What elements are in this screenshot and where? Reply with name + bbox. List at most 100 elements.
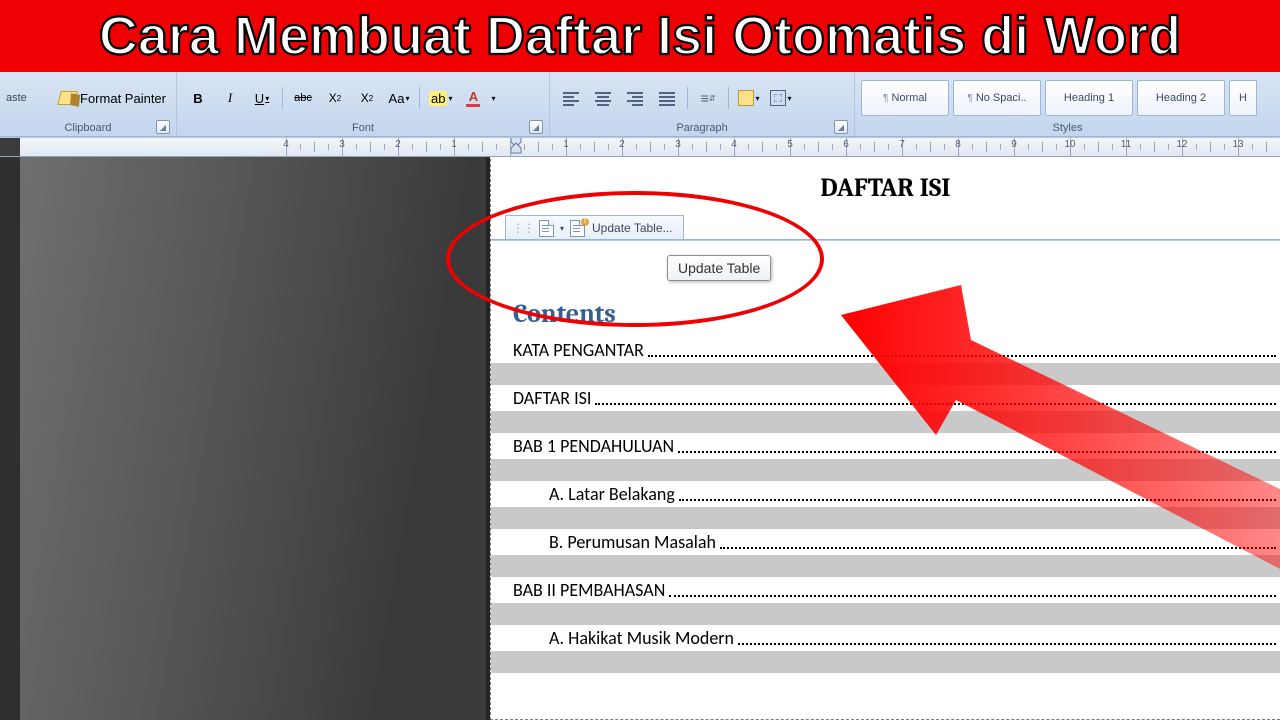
toc-entry[interactable]: A. Hakikat Musik Modern: [549, 625, 1280, 651]
document-page[interactable]: DAFTAR ISI ⋮⋮ ▾ Update Table... Update T…: [490, 154, 1280, 720]
italic-button[interactable]: I: [215, 86, 245, 110]
ruler-number: 9: [1011, 139, 1017, 150]
update-table-tooltip: Update Table: [667, 255, 771, 281]
toc-leader-dots: [720, 547, 1276, 549]
ruler-number: 7: [899, 139, 905, 150]
font-color-button[interactable]: A: [458, 86, 488, 110]
align-center-button[interactable]: [588, 86, 618, 110]
toc-leader-dots: [679, 499, 1276, 501]
toc-selection-stripe: [491, 603, 1280, 625]
ruler-number: 8: [955, 139, 961, 150]
ruler-number: 12: [1176, 139, 1187, 150]
update-table-icon[interactable]: [570, 220, 585, 237]
toc-drag-handle-icon[interactable]: ⋮⋮: [512, 221, 534, 235]
dropdown-arrow-icon: ▾: [265, 94, 269, 103]
video-title-text: Cara Membuat Daftar Isi Otomatis di Word: [99, 9, 1181, 63]
shading-button[interactable]: ▾: [734, 86, 764, 110]
paragraph-group-label: Paragraph: [676, 122, 727, 134]
ruler-number: 5: [787, 139, 793, 150]
toc-entry[interactable]: BAB 1 PENDAHULUAN: [513, 433, 1280, 459]
justify-button[interactable]: [652, 86, 682, 110]
ruler-number: 11: [1121, 139, 1131, 150]
toc-entry-label: BAB II PEMBAHASAN: [513, 579, 665, 601]
clipboard-dialog-launcher-icon[interactable]: ◢: [156, 120, 170, 134]
ruler-number: 1: [451, 139, 457, 150]
style-normal[interactable]: ¶¶ NormalNormal: [861, 80, 949, 116]
toc-list[interactable]: KATA PENGANTAR DAFTAR ISI BAB 1 PENDAHULUA…: [491, 337, 1280, 673]
paragraph-dialog-launcher-icon[interactable]: ◢: [834, 120, 848, 134]
toc-selection-stripe: [491, 363, 1280, 385]
toc-entry[interactable]: B. Perumusan Masalah: [549, 529, 1280, 555]
update-table-label[interactable]: Update Table...: [592, 221, 673, 235]
format-painter-label: Format Painter: [80, 91, 166, 106]
toc-leader-dots: [669, 595, 1276, 597]
toc-entry-label: BAB 1 PENDAHULUAN: [513, 435, 674, 457]
ribbon-group-paragraph: ⇵ ▾ ▾ Paragraph ◢: [550, 72, 855, 136]
toc-selection-stripe: [491, 507, 1280, 529]
ruler-number: 1: [563, 139, 569, 150]
superscript-button[interactable]: X2: [352, 86, 382, 110]
toc-leader-dots: [648, 355, 1276, 357]
toc-frame-top-border: [491, 239, 1280, 241]
styles-group-label: Styles: [1053, 122, 1083, 134]
highlight-button[interactable]: ab▾: [425, 86, 456, 110]
indent-marker-icon[interactable]: [510, 138, 522, 154]
toc-entry-label: KATA PENGANTAR: [513, 339, 644, 361]
ruler-number: 2: [395, 139, 401, 150]
strikethrough-button[interactable]: abc: [288, 86, 318, 110]
ruler-number: 3: [339, 139, 345, 150]
toc-leader-dots: [738, 643, 1276, 645]
font-group-label: Font: [352, 122, 374, 134]
ribbon: aste Format Painter Clipboard ◢ B I U▾ ab…: [0, 72, 1280, 137]
toc-entry[interactable]: A. Latar Belakang: [549, 481, 1280, 507]
ribbon-group-styles: ¶¶ NormalNormal ¶No Spaci.. Heading 1 He…: [855, 72, 1280, 136]
page-title: DAFTAR ISI: [491, 173, 1280, 203]
vertical-ruler[interactable]: [0, 136, 20, 720]
toc-entry-label: A. Hakikat Musik Modern: [549, 627, 734, 649]
toc-leader-dots: [595, 403, 1276, 405]
change-case-button[interactable]: Aa▾: [384, 86, 414, 110]
align-right-button[interactable]: [620, 86, 650, 110]
subscript-button[interactable]: X2: [320, 86, 350, 110]
toc-entry[interactable]: KATA PENGANTAR: [513, 337, 1280, 363]
toc-leader-dots: [678, 451, 1276, 453]
toc-entry-label: B. Perumusan Masalah: [549, 531, 716, 553]
format-painter-button[interactable]: Format Painter: [55, 86, 170, 110]
ruler-number: 2: [619, 139, 625, 150]
ruler-number: 3: [675, 139, 681, 150]
ruler-number: 6: [843, 139, 849, 150]
style-heading-1[interactable]: Heading 1: [1045, 80, 1133, 116]
ribbon-group-clipboard: aste Format Painter Clipboard ◢: [0, 72, 177, 136]
ribbon-group-font: B I U▾ abc X2 X2 Aa▾ ab▾ A ▾ Font ◢: [177, 72, 550, 136]
align-left-button[interactable]: [556, 86, 586, 110]
style-no-spacing[interactable]: ¶No Spaci..: [953, 80, 1041, 116]
line-spacing-button[interactable]: ⇵: [693, 86, 723, 110]
underline-button[interactable]: U▾: [247, 86, 277, 110]
styles-gallery[interactable]: ¶¶ NormalNormal ¶No Spaci.. Heading 1 He…: [861, 74, 1274, 122]
toc-entry[interactable]: DAFTAR ISI: [513, 385, 1280, 411]
toc-entry-label: DAFTAR ISI: [513, 387, 591, 409]
ruler-number: 4: [283, 139, 289, 150]
borders-button[interactable]: ▾: [766, 86, 796, 110]
ruler-number: 10: [1064, 139, 1075, 150]
style-heading-2[interactable]: Heading 2: [1137, 80, 1225, 116]
font-dialog-launcher-icon[interactable]: ◢: [529, 120, 543, 134]
ruler-number: 4: [731, 139, 737, 150]
format-painter-icon: [57, 91, 77, 105]
workspace-gutter: [20, 154, 490, 720]
horizontal-ruler[interactable]: 432112345678910111213: [0, 137, 1280, 157]
toc-options-icon[interactable]: [539, 220, 554, 237]
clipboard-group-label: Clipboard: [64, 122, 111, 134]
toc-entry[interactable]: BAB II PEMBAHASAN: [513, 577, 1280, 603]
toc-entry-label: A. Latar Belakang: [549, 483, 675, 505]
bold-button[interactable]: B: [183, 86, 213, 110]
toc-control-tab[interactable]: ⋮⋮ ▾ Update Table...: [505, 215, 684, 241]
ruler-number: 13: [1232, 139, 1243, 150]
toc-selection-stripe: [491, 411, 1280, 433]
document-workspace: DAFTAR ISI ⋮⋮ ▾ Update Table... Update T…: [20, 154, 1280, 720]
paste-button-label[interactable]: aste: [6, 92, 27, 104]
style-more[interactable]: H: [1229, 80, 1257, 116]
toc-selection-stripe: [491, 651, 1280, 673]
contents-heading: Contents: [513, 299, 1280, 329]
dropdown-arrow-icon[interactable]: ▾: [560, 224, 564, 233]
